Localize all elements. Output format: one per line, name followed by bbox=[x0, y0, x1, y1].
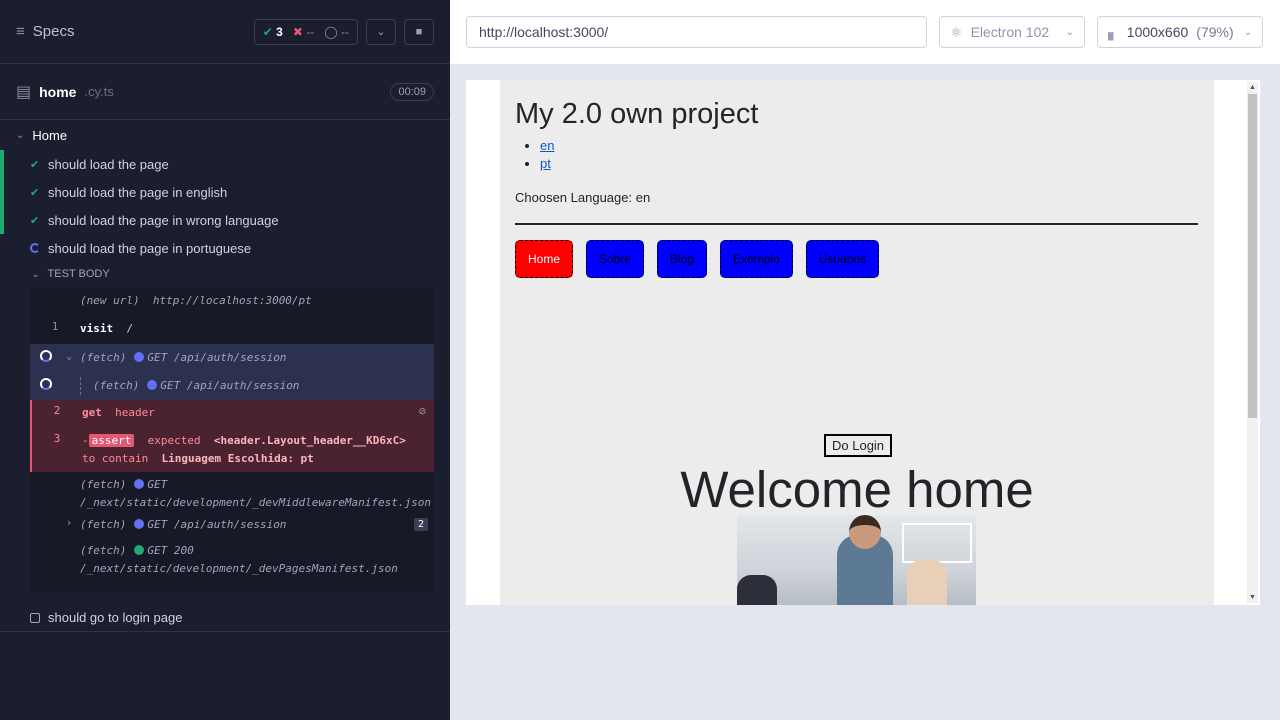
iframe-scrollbar[interactable]: ▲ ▼ bbox=[1247, 82, 1258, 603]
test-item[interactable]: ✔ should load the page in wrong language bbox=[0, 206, 450, 234]
suite-title[interactable]: ⌄ Home bbox=[0, 120, 450, 150]
check-icon: ✔ bbox=[30, 158, 40, 171]
test-label: should load the page in english bbox=[48, 184, 228, 200]
language-item: en bbox=[540, 138, 554, 153]
status-dot bbox=[134, 519, 145, 529]
test-item-pending[interactable]: should go to login page bbox=[0, 604, 450, 632]
pending-stat: ◯ -- bbox=[324, 24, 349, 39]
stats-summary: ✔ 3 ✖ -- ◯ -- bbox=[253, 18, 358, 45]
students-photo bbox=[737, 515, 976, 605]
nav-home-button[interactable]: Home bbox=[515, 240, 574, 278]
scroll-up-icon[interactable]: ▲ bbox=[1249, 84, 1256, 91]
welcome-heading: Welcome home bbox=[680, 461, 1034, 518]
chevron-down-icon: ⌄ bbox=[65, 349, 73, 362]
language-item: pt bbox=[540, 156, 554, 171]
url-input[interactable]: http://localhost:3000/ bbox=[466, 16, 927, 48]
test-item[interactable]: ✔ should load the page bbox=[0, 150, 450, 178]
aut-header: http://localhost:3000/ ⚛ Electron 102 ⌄ … bbox=[450, 0, 1280, 64]
test-label: should load the page bbox=[48, 156, 169, 172]
command-list: (new url) http://localhost:3000/pt 1 vis… bbox=[30, 288, 434, 592]
test-label: should load the page in wrong language bbox=[48, 212, 279, 228]
test-label: should load the page in portuguese bbox=[48, 240, 252, 256]
list-icon: ≡ bbox=[16, 23, 25, 40]
electron-icon: ⚛ bbox=[950, 23, 963, 40]
language-link-pt[interactable]: pt bbox=[540, 156, 551, 171]
spec-file-name[interactable]: home bbox=[39, 84, 76, 100]
browser-label: Electron 102 bbox=[970, 24, 1050, 40]
viewport-percent: (79%) bbox=[1196, 24, 1234, 40]
chevron-down-icon: ⌄ bbox=[376, 26, 386, 38]
status-dot bbox=[134, 479, 145, 489]
browser-selector[interactable]: ⚛ Electron 102 ⌄ bbox=[939, 16, 1085, 48]
app-title: My 2.0 own project bbox=[515, 98, 759, 130]
command-log-panel: ≡ Specs ✔ 3 ✖ -- ◯ -- ⌄ ■ ▤ home .cy.ts … bbox=[0, 0, 450, 720]
nav-usuarios-button[interactable]: Usuarios bbox=[805, 240, 880, 278]
ruler-icon: ▖ bbox=[1108, 23, 1119, 40]
chosen-language: Choosen Language: en bbox=[515, 190, 651, 205]
divider bbox=[515, 223, 1198, 225]
chevron-down-icon: ⌄ bbox=[1243, 26, 1252, 38]
document-icon: ▤ bbox=[16, 83, 32, 101]
pending-square-icon bbox=[30, 612, 40, 623]
specs-label: Specs bbox=[32, 23, 75, 40]
reporter-header: ≡ Specs ✔ 3 ✖ -- ◯ -- ⌄ ■ bbox=[0, 0, 450, 64]
command-fetch[interactable]: (fetch) GET 200/_next/static/development/… bbox=[30, 542, 434, 582]
passed-stat: ✔ 3 bbox=[262, 24, 283, 39]
language-list: en pt bbox=[540, 138, 554, 174]
test-item[interactable]: ✔ should load the page in english bbox=[0, 178, 450, 206]
spinner-icon bbox=[40, 350, 52, 362]
command-get[interactable]: 2 get header ⊘ bbox=[30, 400, 434, 428]
command-fetch-group[interactable]: › (fetch) GET /api/auth/session 2 bbox=[30, 512, 434, 542]
command-fetch-nested[interactable]: (fetch) GET /api/auth/session bbox=[30, 372, 434, 400]
chevron-down-icon: ⌄ bbox=[32, 268, 40, 279]
check-icon: ✔ bbox=[262, 24, 273, 39]
failed-stat: ✖ -- bbox=[292, 24, 315, 39]
chevron-right-icon: › bbox=[65, 516, 73, 529]
assert-badge: assert bbox=[88, 434, 135, 447]
nav-bar: Home Sobre Blog Exemplo Usuarios bbox=[515, 240, 880, 278]
app-root: My 2.0 own project en pt Choosen Languag… bbox=[500, 80, 1214, 605]
aut-panel: http://localhost:3000/ ⚛ Electron 102 ⌄ … bbox=[450, 0, 1280, 720]
scroll-down-icon[interactable]: ▼ bbox=[1249, 594, 1256, 601]
command-assert[interactable]: 3 - assert expected <header.Layout_header… bbox=[30, 428, 434, 472]
specs-toggle[interactable]: ≡ Specs bbox=[16, 23, 74, 40]
count-badge: 2 bbox=[413, 518, 428, 531]
suite-label: Home bbox=[32, 127, 68, 143]
x-icon: ✖ bbox=[292, 24, 303, 39]
test-body-toggle[interactable]: ⌄ TEST BODY bbox=[0, 262, 450, 286]
running-spinner-icon bbox=[30, 243, 40, 253]
status-dot bbox=[134, 545, 145, 555]
check-icon: ✔ bbox=[30, 186, 40, 199]
command-fetch[interactable]: ⌄ (fetch) GET /api/auth/session bbox=[30, 344, 434, 372]
expand-collapse-button[interactable]: ⌄ bbox=[366, 18, 396, 45]
command-visit[interactable]: 1 visit / bbox=[30, 314, 434, 344]
login-button[interactable]: Do Login bbox=[824, 434, 893, 457]
spec-file-ext: .cy.ts bbox=[84, 84, 114, 99]
chevron-down-icon: ⌄ bbox=[16, 129, 25, 141]
spinner-icon bbox=[40, 378, 52, 390]
scroll-thumb[interactable] bbox=[1248, 94, 1257, 418]
language-link-en[interactable]: en bbox=[540, 138, 554, 153]
status-dot bbox=[147, 380, 158, 390]
check-icon: ✔ bbox=[30, 214, 40, 227]
spec-file-header: ▤ home .cy.ts 00:09 bbox=[0, 64, 450, 120]
nav-blog-button[interactable]: Blog bbox=[657, 240, 708, 278]
test-item-running[interactable]: should load the page in portuguese bbox=[0, 234, 450, 262]
stop-button[interactable]: ■ bbox=[404, 18, 434, 45]
test-body-label: TEST BODY bbox=[47, 268, 110, 280]
stop-icon: ■ bbox=[415, 25, 423, 38]
viewport-size: 1000x660 bbox=[1126, 24, 1189, 40]
nav-sobre-button[interactable]: Sobre bbox=[586, 240, 645, 278]
spinner-icon: ◯ bbox=[324, 24, 338, 39]
viewport-selector[interactable]: ▖ 1000x660 (79%) ⌄ bbox=[1097, 16, 1263, 48]
command-new-url[interactable]: (new url) http://localhost:3000/pt bbox=[30, 288, 434, 314]
test-label: should go to login page bbox=[48, 610, 183, 625]
chevron-down-icon: ⌄ bbox=[1065, 26, 1074, 38]
nav-exemplo-button[interactable]: Exemplo bbox=[720, 240, 793, 278]
eye-slash-icon[interactable]: ⊘ bbox=[419, 404, 426, 418]
status-dot bbox=[134, 352, 145, 362]
app-iframe[interactable]: My 2.0 own project en pt Choosen Languag… bbox=[466, 80, 1260, 605]
run-duration: 00:09 bbox=[390, 82, 434, 101]
command-fetch[interactable]: (fetch) GET/_next/static/development/_dev… bbox=[30, 472, 434, 512]
